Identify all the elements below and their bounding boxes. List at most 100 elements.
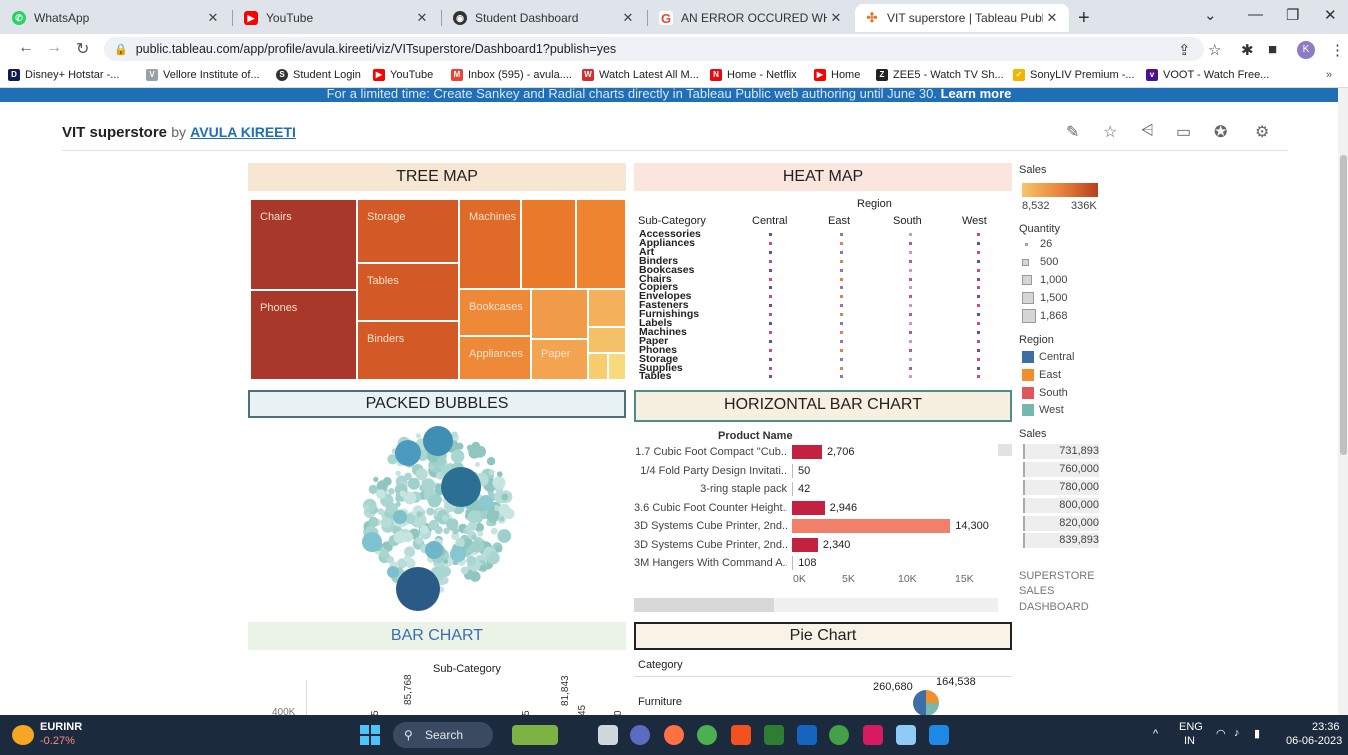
bubble[interactable] xyxy=(403,555,411,563)
heatmap-cell[interactable] xyxy=(909,348,912,352)
heatmap-cell[interactable] xyxy=(977,233,980,236)
heatmap-cell[interactable] xyxy=(977,348,980,352)
heatmap-cell[interactable] xyxy=(769,313,772,317)
treemap-tile-storage[interactable]: Storage xyxy=(357,199,459,263)
bubble[interactable] xyxy=(428,494,441,508)
treemap-tile-binders[interactable]: Binders xyxy=(357,321,459,380)
heatmap-cell[interactable] xyxy=(909,295,912,299)
bubble[interactable] xyxy=(501,493,509,501)
heatmap-cell[interactable] xyxy=(769,259,772,263)
hbar-bar[interactable] xyxy=(792,482,793,496)
sales-filter-item[interactable]: 820,000 xyxy=(1023,516,1099,531)
comment-icon[interactable]: ▭ xyxy=(1176,122,1191,142)
profile-avatar[interactable]: K xyxy=(1297,41,1315,59)
heatmap-cell[interactable] xyxy=(977,375,980,379)
bubble[interactable] xyxy=(486,457,496,466)
widgets-icon[interactable] xyxy=(512,725,558,745)
treemap-tile-unlabeled[interactable] xyxy=(608,353,626,380)
heatmap-cell[interactable] xyxy=(840,277,843,281)
treemap-tile-unlabeled[interactable] xyxy=(588,327,626,353)
heatmap-cell[interactable] xyxy=(840,259,843,263)
heatmap-cell[interactable] xyxy=(840,375,843,379)
heatmap-cell[interactable] xyxy=(769,250,772,254)
bubble[interactable] xyxy=(425,541,443,559)
bookmark-vit[interactable]: V Vellore Institute of... xyxy=(146,69,260,81)
chrome-profile-icon[interactable] xyxy=(829,725,849,745)
sales-filter-item[interactable]: 839,893 xyxy=(1023,533,1099,548)
hbar-bar[interactable] xyxy=(792,463,793,478)
share-icon[interactable]: ⇪ xyxy=(1178,41,1191,59)
heatmap-cell[interactable] xyxy=(909,268,912,272)
settings-gear-icon[interactable]: ⚙ xyxy=(1255,122,1269,142)
bubble[interactable] xyxy=(486,510,499,523)
ticker-name[interactable]: EURINR xyxy=(40,721,82,733)
clock-date[interactable]: 06-06-2023 xyxy=(1286,735,1342,747)
bookmark-hotstar[interactable]: D Disney+ Hotstar -... xyxy=(8,69,119,81)
heatmap-cell[interactable] xyxy=(977,259,980,263)
bubble[interactable] xyxy=(446,518,459,531)
bubble[interactable] xyxy=(474,445,486,458)
bubble[interactable] xyxy=(387,566,399,578)
badge-icon[interactable]: ✪ xyxy=(1214,122,1227,142)
heatmap-cell[interactable] xyxy=(909,322,912,325)
heatmap-cell[interactable] xyxy=(977,339,980,343)
close-window-icon[interactable]: ✕ xyxy=(1324,6,1337,24)
bubble[interactable] xyxy=(388,488,395,495)
treemap-tile-unlabeled[interactable] xyxy=(588,289,626,327)
heatmap-cell[interactable] xyxy=(769,295,772,299)
tab-student-dashboard[interactable]: ◉ Student Dashboard ✕ xyxy=(443,4,645,32)
hbar-bar[interactable] xyxy=(792,556,793,570)
chrome-icon[interactable] xyxy=(697,725,717,745)
heatmap-cell[interactable] xyxy=(909,250,912,254)
treemap-tile-paper[interactable]: Paper xyxy=(531,339,588,380)
bubble[interactable] xyxy=(479,564,487,572)
bookmark-home[interactable]: ▶ Home xyxy=(814,69,860,81)
heatmap-cell[interactable] xyxy=(769,339,772,343)
bubble[interactable] xyxy=(415,468,428,481)
bubble[interactable] xyxy=(441,467,481,507)
bubble[interactable] xyxy=(496,471,503,477)
bubble[interactable] xyxy=(364,504,370,510)
author-link[interactable]: AVULA KIREETI xyxy=(190,124,296,140)
scrollbar-thumb[interactable] xyxy=(1340,155,1347,455)
task-view-icon[interactable] xyxy=(598,725,618,745)
heatmap-cell[interactable] xyxy=(769,357,772,361)
bubble[interactable] xyxy=(395,470,401,476)
heatmap-cell[interactable] xyxy=(977,250,980,254)
hbar-scroll-thumb[interactable] xyxy=(634,598,774,612)
bubble[interactable] xyxy=(490,527,498,535)
bubble[interactable] xyxy=(373,476,379,482)
bubble[interactable] xyxy=(429,520,435,527)
tab-youtube[interactable]: ▶ YouTube ✕ xyxy=(234,4,439,32)
reload-icon[interactable]: ↻ xyxy=(76,39,89,59)
learn-more-link[interactable]: Learn more xyxy=(941,88,1012,101)
region-legend-item[interactable]: South xyxy=(1039,387,1068,399)
bubble[interactable] xyxy=(492,476,506,490)
bubble[interactable] xyxy=(426,507,435,516)
heatmap-cell[interactable] xyxy=(909,313,912,317)
heatmap-cell[interactable] xyxy=(909,330,912,334)
heatmap-cell[interactable] xyxy=(840,268,843,272)
bubble[interactable] xyxy=(423,426,453,456)
treemap-tile-appliances[interactable]: Appliances xyxy=(459,336,531,380)
favorite-star-icon[interactable]: ☆ xyxy=(1103,122,1117,142)
app-icon[interactable] xyxy=(797,725,817,745)
heatmap-cell[interactable] xyxy=(977,366,980,370)
bubble[interactable] xyxy=(471,539,485,553)
bubble[interactable] xyxy=(380,517,392,528)
heatmap-cell[interactable] xyxy=(840,313,843,317)
heatmap-cell[interactable] xyxy=(909,357,912,361)
new-tab-button[interactable]: + xyxy=(1078,7,1090,30)
heatmap-cell[interactable] xyxy=(840,322,843,325)
sales-filter-item[interactable]: 760,000 xyxy=(1023,462,1099,477)
bubble[interactable] xyxy=(419,525,429,534)
hbar-bar[interactable] xyxy=(792,519,951,533)
bookmark-netflix[interactable]: N Home - Netflix xyxy=(710,69,797,81)
region-swatch-central[interactable] xyxy=(1022,351,1034,363)
heatmap-cell[interactable] xyxy=(977,241,980,245)
battery-icon[interactable]: ▮ xyxy=(1254,727,1260,740)
bubble[interactable] xyxy=(451,431,458,438)
pie-slice[interactable] xyxy=(926,703,939,715)
heatmap-cell[interactable] xyxy=(769,268,772,272)
heatmap-cell[interactable] xyxy=(840,366,843,370)
